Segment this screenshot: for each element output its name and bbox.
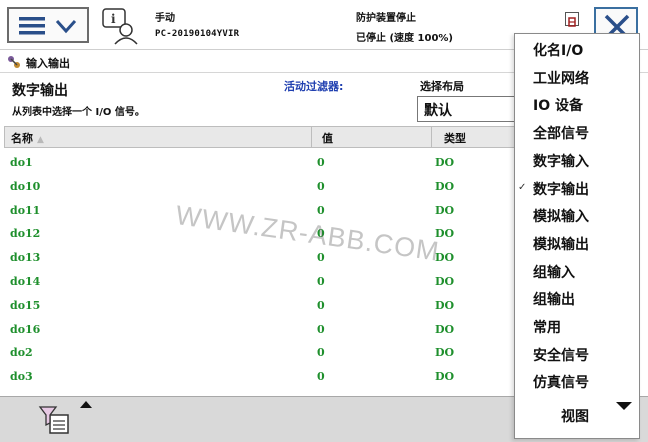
- menu-item-label: 工业网络: [533, 70, 589, 87]
- column-header-type-label: 类型: [444, 132, 466, 145]
- column-header-value-label: 值: [322, 132, 333, 145]
- expand-up-icon[interactable]: [80, 401, 92, 408]
- breadcrumb-label[interactable]: 输入输出: [26, 55, 70, 71]
- quickset-icon[interactable]: [565, 12, 579, 27]
- signal-value: 0: [317, 274, 325, 288]
- layout-select[interactable]: 默认: [417, 96, 517, 122]
- table-row[interactable]: do10 0 DO: [4, 176, 516, 200]
- menu-item-label: 数字输出: [533, 181, 589, 198]
- signal-value: 0: [317, 156, 325, 169]
- io-icon: [6, 54, 22, 70]
- menu-item-analog-output[interactable]: 模拟输出: [515, 230, 639, 258]
- menu-item-group-output[interactable]: 组输出: [515, 285, 639, 313]
- menu-item-digital-input[interactable]: 数字输入: [515, 147, 639, 175]
- signal-name: do15: [10, 298, 41, 312]
- layout-label: 选择布局: [420, 80, 464, 93]
- hamburger-chevron-icon: [19, 17, 77, 35]
- column-header-value[interactable]: 值: [312, 127, 432, 147]
- menu-item-label: 组输入: [533, 264, 575, 281]
- menu-item-industrial-network[interactable]: 工业网络: [515, 64, 639, 92]
- signal-name: do14: [10, 274, 41, 288]
- view-button[interactable]: 视图: [515, 398, 639, 438]
- signal-name: do12: [10, 227, 41, 241]
- menu-item-label: 常用: [533, 320, 561, 336]
- menu-item-safety-signals[interactable]: 安全信号: [515, 341, 639, 369]
- operator-info-icon[interactable]: i: [100, 6, 140, 46]
- signal-name: do2: [10, 346, 33, 360]
- signal-name: do13: [10, 251, 41, 265]
- controller-name: PC-20190104YVIR: [155, 29, 240, 39]
- table-header: 名称 ▲ 值 类型: [4, 126, 516, 148]
- dropdown-arrow-icon: [616, 402, 632, 410]
- signal-name: do11: [10, 203, 41, 217]
- view-menu: 化名I/O 工业网络 IO 设备 全部信号 数字输入 ✓ 数字输出 模拟输入 模拟…: [514, 33, 640, 439]
- menu-item-label: 组输出: [533, 292, 575, 309]
- signal-name: do10: [10, 179, 41, 193]
- signal-value: 0: [317, 346, 325, 360]
- signal-value: 0: [317, 322, 325, 336]
- signal-name: do1: [10, 156, 33, 169]
- page-title: 数字输出: [12, 83, 68, 99]
- table-row[interactable]: do16 0 DO: [4, 319, 516, 343]
- menu-item-alias-io[interactable]: 化名I/O: [515, 36, 639, 64]
- signal-type: DO: [435, 274, 455, 288]
- svg-text:i: i: [111, 12, 116, 26]
- menu-item-all-signals[interactable]: 全部信号: [515, 119, 639, 147]
- signal-table: 名称 ▲ 值 类型 do1 0 DO do10 0 DO do11 0 DO do12 0 DO …: [4, 126, 516, 394]
- signal-value: 0: [317, 203, 325, 217]
- view-button-label: 视图: [561, 409, 589, 425]
- table-row[interactable]: do14 0 DO: [4, 271, 516, 295]
- signal-value: 0: [317, 370, 325, 384]
- menu-item-label: 模拟输入: [533, 209, 589, 226]
- signal-value: 0: [317, 298, 325, 312]
- filter-button[interactable]: [38, 403, 72, 437]
- menu-item-label: 仿真信号: [533, 375, 589, 392]
- filter-icon: [38, 406, 69, 434]
- menu-item-label: 模拟输出: [533, 236, 589, 253]
- column-header-name[interactable]: 名称 ▲: [5, 127, 312, 147]
- signal-type: DO: [435, 298, 455, 312]
- layout-select-value: 默认: [424, 103, 452, 119]
- main-menu-button[interactable]: [7, 7, 89, 43]
- menu-item-group-input[interactable]: 组输入: [515, 258, 639, 286]
- menu-item-common[interactable]: 常用: [515, 313, 639, 341]
- menu-item-label: 数字输入: [533, 153, 589, 170]
- operating-mode: 手动: [155, 13, 175, 24]
- menu-item-label: 化名I/O: [533, 43, 584, 59]
- table-body: do1 0 DO do10 0 DO do11 0 DO do12 0 DO do13 0 DO d…: [4, 152, 516, 390]
- program-speed: 已停止 (速度 100%): [356, 33, 453, 44]
- table-row[interactable]: do1 0 DO: [4, 152, 516, 176]
- check-icon: ✓: [518, 181, 527, 193]
- signal-type: DO: [435, 346, 455, 360]
- signal-type: DO: [435, 179, 455, 193]
- signal-type: DO: [435, 322, 455, 336]
- signal-name: do3: [10, 370, 33, 384]
- signal-type: DO: [435, 203, 455, 217]
- signal-value: 0: [317, 251, 325, 265]
- menu-item-digital-output[interactable]: ✓ 数字输出: [515, 175, 639, 203]
- column-header-name-label: 名称: [11, 132, 33, 145]
- menu-item-label: 全部信号: [533, 126, 589, 143]
- controller-state: 防护装置停止: [356, 13, 416, 24]
- column-header-type[interactable]: 类型: [432, 127, 517, 147]
- signal-name: do16: [10, 322, 41, 336]
- signal-type: DO: [435, 370, 455, 384]
- active-filter-label[interactable]: 活动过滤器:: [284, 78, 343, 94]
- table-row[interactable]: do15 0 DO: [4, 295, 516, 319]
- sort-ascending-icon: ▲: [37, 135, 44, 145]
- table-row[interactable]: do3 0 DO: [4, 366, 516, 390]
- menu-item-io-device[interactable]: IO 设备: [515, 91, 639, 119]
- signal-value: 0: [317, 179, 325, 193]
- menu-item-label: 安全信号: [533, 347, 589, 364]
- menu-item-label: IO 设备: [533, 98, 583, 115]
- signal-type: DO: [435, 156, 455, 169]
- table-row[interactable]: do2 0 DO: [4, 342, 516, 366]
- menu-item-analog-input[interactable]: 模拟输入: [515, 202, 639, 230]
- page-subtitle: 从列表中选择一个 I/O 信号。: [12, 107, 145, 118]
- menu-item-simulated-signals[interactable]: 仿真信号: [515, 368, 639, 396]
